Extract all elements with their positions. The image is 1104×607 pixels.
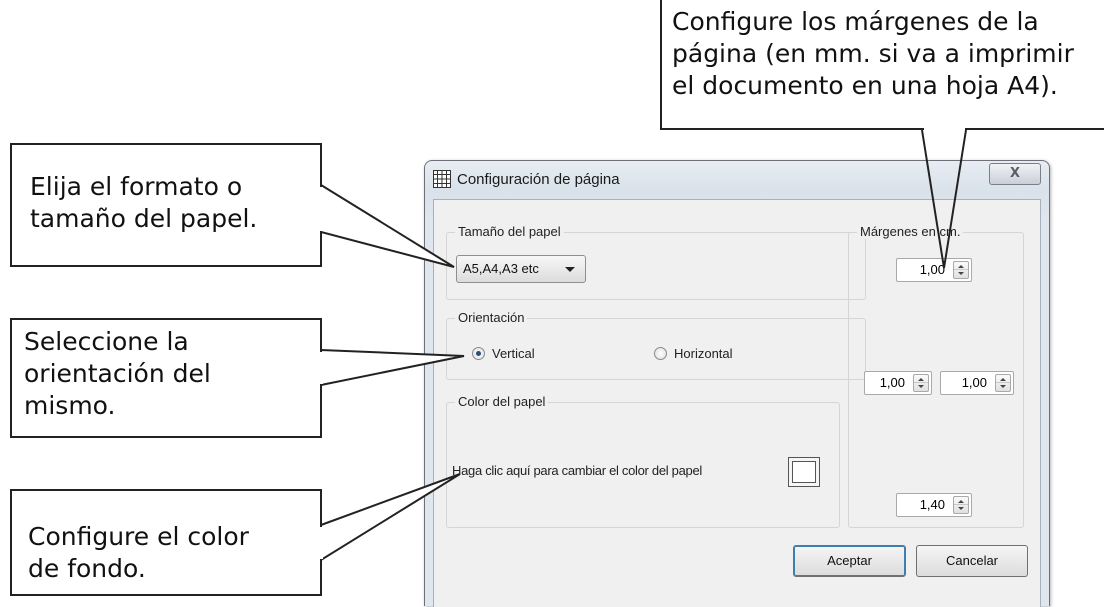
margin-left-spinner[interactable]: 1,00 <box>864 371 932 395</box>
callout-orientation: Seleccione la orientación del mismo. <box>10 318 322 438</box>
radio-horizontal-label: Horizontal <box>674 346 733 361</box>
margin-bottom-value: 1,40 <box>919 497 945 512</box>
spin-arrows-icon[interactable] <box>953 496 969 514</box>
spin-arrows-icon[interactable] <box>995 374 1011 392</box>
accept-button[interactable]: Aceptar <box>793 545 906 577</box>
margin-top-spinner[interactable]: 1,00 <box>896 258 972 282</box>
radio-vertical[interactable] <box>472 347 485 360</box>
paper-size-select[interactable]: A5,A4,A3 etc <box>456 255 586 283</box>
orientation-label: Orientación <box>455 310 528 325</box>
paper-size-value: A5,A4,A3 etc <box>463 261 539 276</box>
callout-bg-color: Configure el color de fondo. <box>10 489 322 596</box>
margin-bottom-spinner[interactable]: 1,40 <box>896 493 972 517</box>
cancel-button[interactable]: Cancelar <box>916 545 1028 577</box>
callout-margins: Configure los márgenes de la página (en … <box>660 0 1104 130</box>
color-swatch-button[interactable] <box>788 457 820 487</box>
margins-label: Márgenes en cm. <box>857 224 964 239</box>
margin-left-value: 1,00 <box>879 375 905 390</box>
radio-horizontal[interactable] <box>654 347 667 360</box>
spin-arrows-icon[interactable] <box>953 261 969 279</box>
paper-color-label: Color del papel <box>455 394 549 409</box>
margin-right-spinner[interactable]: 1,00 <box>940 371 1014 395</box>
radio-vertical-label: Vertical <box>492 346 535 361</box>
spin-arrows-icon[interactable] <box>913 374 929 392</box>
paper-size-label: Tamaño del papel <box>455 224 564 239</box>
close-button[interactable]: X <box>989 163 1041 185</box>
margin-top-value: 1,00 <box>919 262 945 277</box>
chevron-down-icon <box>565 267 575 272</box>
dialog-title: Configuración de página <box>457 171 620 188</box>
paper-color-instruction: Haga clic aquí para cambiar el color del… <box>452 463 702 478</box>
callout-paper-size: Elija el formato o tamaño del papel. <box>10 143 322 267</box>
grid-icon <box>433 170 451 188</box>
margin-right-value: 1,00 <box>961 375 987 390</box>
title-bar: Configuración de página X <box>425 161 1049 195</box>
